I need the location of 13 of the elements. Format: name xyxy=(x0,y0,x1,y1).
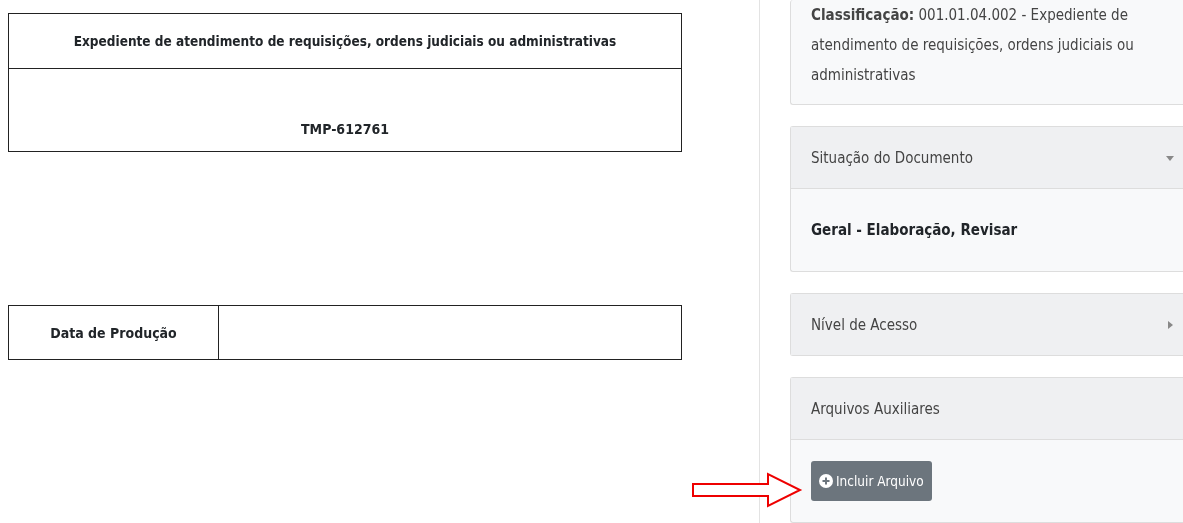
panel-title: Nível de Acesso xyxy=(811,315,918,334)
panel-header[interactable]: Situação do Documento xyxy=(791,127,1183,189)
classification-text: Classificação: 001.01.04.002 - Expediente de atendimento de requisições, ordens judiciais ou administrativas xyxy=(811,5,1135,86)
document-title: Expediente de atendimento de requisições, ordens judiciais ou administrativas xyxy=(9,14,681,69)
panel-value: Geral - Elaboração, Revisar xyxy=(811,221,1018,239)
panel-title: Situação do Documento xyxy=(811,148,973,167)
include-file-button[interactable]: Incluir Arquivo xyxy=(811,461,932,501)
field-label: Data de Produção xyxy=(9,306,219,359)
panel-title: Arquivos Auxiliares xyxy=(811,399,940,418)
document-code: TMP-612761 xyxy=(300,120,390,139)
caret-icon xyxy=(1165,319,1175,330)
panel-header[interactable]: Nível de Acesso xyxy=(791,294,1183,355)
plus-icon xyxy=(819,474,833,488)
